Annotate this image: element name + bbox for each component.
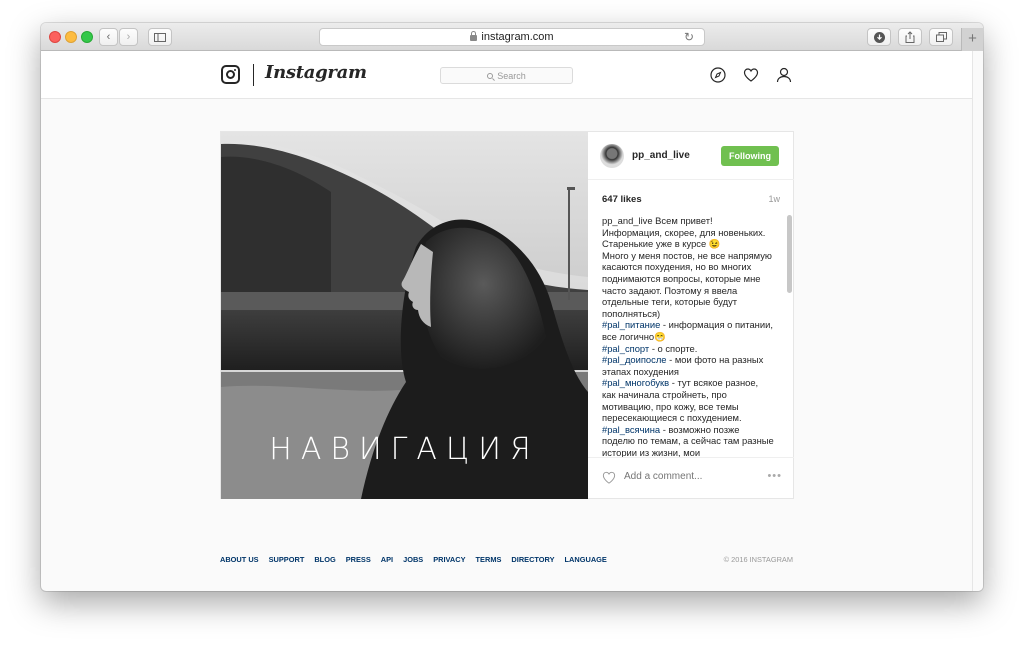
photo-overlay-text: НАВИГАЦИЯ	[269, 432, 540, 467]
post-caption: pp_and_live Всем привет! Информация, ско…	[602, 215, 774, 457]
page-scroll-rail[interactable]	[972, 51, 983, 591]
search-input[interactable]: Search	[440, 67, 573, 84]
comments-area[interactable]: pp_and_live Всем привет! Информация, ско…	[588, 211, 794, 457]
browser-toolbar: ‹ › instagram.com ↻ +	[41, 23, 983, 51]
hashtag-link[interactable]: #pal_многобукв	[602, 377, 669, 388]
instagram-wordmark[interactable]: Instagram	[265, 62, 367, 83]
hashtag-link[interactable]: #pal_всячина	[602, 424, 660, 435]
profile-icon[interactable]	[776, 67, 792, 83]
search-placeholder: Search	[497, 70, 526, 81]
footer-copyright: © 2016 Instagram	[723, 555, 793, 564]
tabs-overview-button[interactable]	[929, 28, 953, 46]
footer-link[interactable]: Language	[565, 555, 607, 564]
post-age[interactable]: 1w	[768, 194, 780, 204]
tabs-icon	[935, 32, 947, 42]
post-stats: 647 likes 1w	[588, 180, 794, 210]
footer-link[interactable]: Jobs	[403, 555, 423, 564]
add-comment-input[interactable]	[624, 471, 754, 482]
footer-links: About us Support Blog Press API Jobs Privacy Te…	[220, 555, 607, 564]
more-options-icon[interactable]: •••	[767, 470, 782, 482]
post-header: pp_and_live Following	[588, 132, 794, 180]
heart-icon[interactable]	[743, 67, 759, 83]
footer-link[interactable]: Blog	[314, 555, 335, 564]
caption-author[interactable]: pp_and_live	[602, 215, 653, 226]
compass-icon[interactable]	[710, 67, 726, 83]
share-icon	[905, 31, 915, 43]
instagram-header: Instagram Search	[41, 51, 983, 99]
add-comment-bar: •••	[588, 457, 794, 499]
post-sidebar: pp_and_live Following 647 likes 1w pp_an…	[588, 132, 794, 499]
footer-link[interactable]: Press	[346, 555, 371, 564]
chevron-right-icon: ›	[126, 31, 131, 43]
share-button[interactable]	[898, 28, 922, 46]
like-heart-icon[interactable]	[602, 471, 616, 484]
address-bar[interactable]: instagram.com ↻	[319, 28, 705, 46]
caption-text: Много у меня постов, не все напрямую кас…	[602, 249, 772, 319]
post-photo[interactable]: НАВИГАЦИЯ	[221, 132, 588, 499]
browser-window: ‹ › instagram.com ↻ + Instagram Search Н…	[41, 23, 983, 591]
footer-link[interactable]: Directory	[511, 555, 554, 564]
logo-divider	[253, 64, 254, 86]
sidebar-toggle-button[interactable]	[148, 28, 172, 46]
close-window-button[interactable]	[49, 31, 61, 43]
caption-text: - о спорте.	[649, 342, 698, 354]
footer-link[interactable]: About us	[220, 555, 259, 564]
footer-link[interactable]: Support	[269, 555, 305, 564]
back-button[interactable]: ‹	[99, 28, 118, 46]
lock-icon	[470, 31, 478, 41]
comments-scrollbar[interactable]	[787, 215, 792, 293]
avatar[interactable]	[600, 144, 624, 168]
footer-link[interactable]: Terms	[476, 555, 502, 564]
following-button[interactable]: Following	[721, 146, 779, 166]
sidebar-icon	[154, 32, 166, 42]
likes-count[interactable]: 647 likes	[602, 194, 642, 205]
instagram-camera-icon[interactable]	[221, 65, 240, 84]
downloads-button[interactable]	[867, 28, 891, 46]
zoom-window-button[interactable]	[81, 31, 93, 43]
post-card: НАВИГАЦИЯ pp_and_live Following 647 like…	[220, 131, 794, 499]
minimize-window-button[interactable]	[65, 31, 77, 43]
address-url: instagram.com	[481, 31, 554, 43]
hashtag-link[interactable]: #pal_спорт	[602, 343, 649, 354]
download-icon	[873, 31, 885, 43]
footer-link[interactable]: Privacy	[433, 555, 465, 564]
new-tab-button[interactable]: +	[961, 28, 983, 51]
post-username[interactable]: pp_and_live	[632, 150, 690, 161]
footer-link[interactable]: API	[381, 555, 393, 564]
forward-button[interactable]: ›	[119, 28, 138, 46]
hashtag-link[interactable]: #pal_питание	[602, 319, 660, 330]
search-icon	[487, 72, 494, 79]
hashtag-link[interactable]: #pal_доипосле	[602, 354, 667, 365]
reload-icon[interactable]: ↻	[684, 30, 694, 44]
chevron-left-icon: ‹	[106, 31, 111, 43]
